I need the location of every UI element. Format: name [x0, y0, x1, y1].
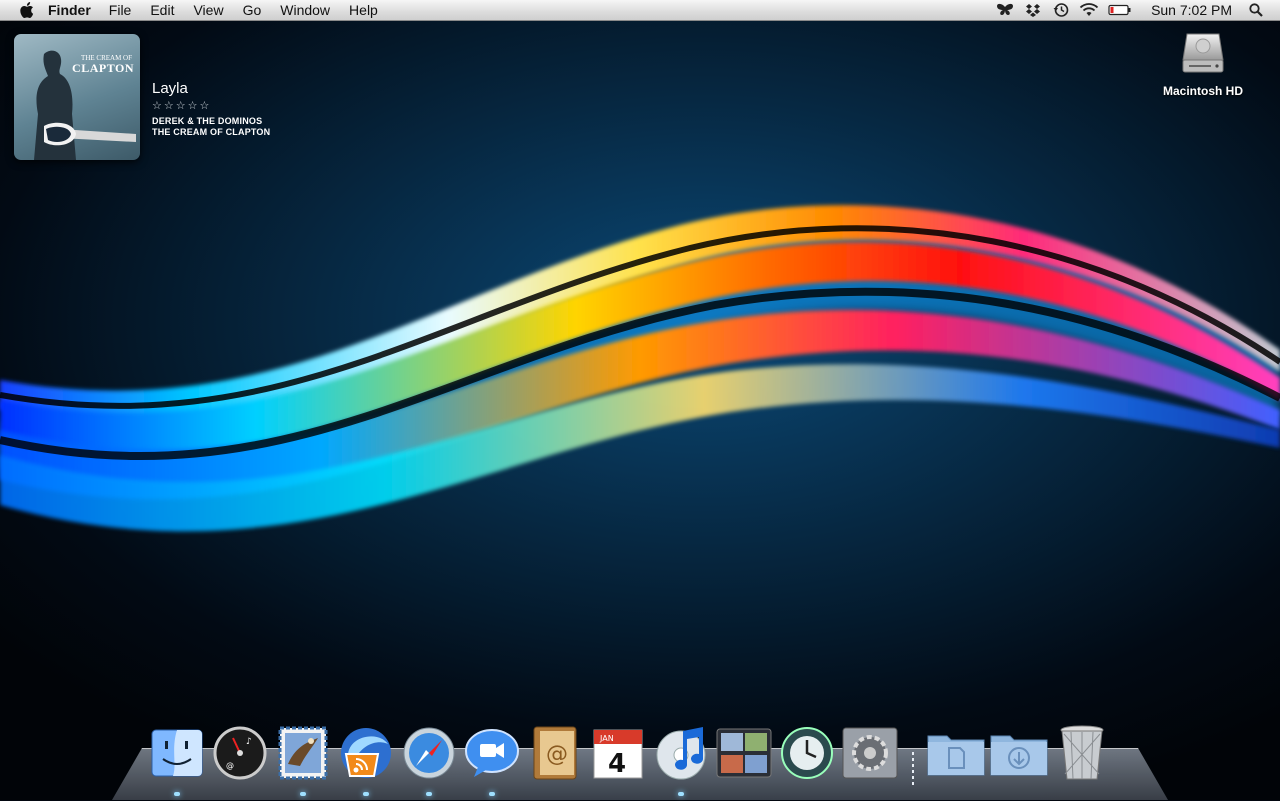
battery-icon[interactable]	[1107, 1, 1133, 19]
dashboard-icon[interactable]: @ ♪	[213, 726, 267, 780]
dock-separator	[904, 724, 922, 786]
dock-address-book[interactable]: @	[526, 724, 584, 782]
svg-text:♪: ♪	[246, 737, 252, 747]
running-indicator	[489, 792, 495, 796]
dock-time-machine[interactable]	[778, 724, 836, 782]
spaces-icon[interactable]	[716, 728, 772, 778]
dock-itunes[interactable]	[652, 724, 710, 796]
dock-ichat[interactable]	[463, 724, 521, 796]
safari-icon[interactable]	[402, 726, 456, 780]
menu-bar: Finder File Edit View Go Window Help Sun…	[0, 0, 1280, 21]
system-preferences-icon[interactable]	[842, 727, 898, 779]
svg-text:@: @	[226, 761, 234, 770]
desktop-icon-macintosh-hd[interactable]: Macintosh HD	[1158, 30, 1248, 98]
downloads-folder-icon[interactable]	[990, 730, 1048, 776]
dropbox-icon[interactable]	[1023, 1, 1043, 19]
album-art-title: CLAPTON	[72, 61, 134, 75]
track-title: Layla	[152, 80, 188, 97]
track-album: THE CREAM OF CLAPTON	[152, 127, 271, 137]
ical-icon[interactable]: JAN 4	[592, 726, 644, 780]
album-artwork: THE CREAM OF CLAPTON	[14, 34, 140, 160]
running-indicator	[426, 792, 432, 796]
ical-day-label: 4	[608, 749, 626, 779]
rss-icon[interactable]	[338, 726, 394, 780]
spotlight-search-icon[interactable]	[1246, 1, 1266, 19]
menu-file[interactable]: File	[109, 2, 132, 18]
mail-icon[interactable]	[278, 726, 328, 780]
menu-go[interactable]: Go	[243, 2, 262, 18]
dock: @ ♪ @ JAN 4	[148, 720, 1116, 796]
documents-folder-icon[interactable]	[927, 730, 985, 776]
hard-drive-icon[interactable]	[1181, 30, 1225, 76]
ichat-icon[interactable]	[464, 727, 520, 779]
dock-system-preferences[interactable]	[841, 724, 899, 782]
dock-rss-reader[interactable]	[337, 724, 395, 796]
running-indicator	[363, 792, 369, 796]
menu-help[interactable]: Help	[349, 2, 378, 18]
dock-finder[interactable]	[148, 724, 206, 796]
menu-edit[interactable]: Edit	[150, 2, 174, 18]
svg-text:@: @	[546, 742, 568, 767]
apple-menu-icon[interactable]	[18, 1, 36, 19]
app-menu-finder[interactable]: Finder	[48, 2, 91, 18]
dock-trash[interactable]	[1053, 724, 1111, 782]
dock-mail[interactable]	[274, 724, 332, 796]
dock-documents-folder[interactable]	[927, 724, 985, 782]
dock-safari[interactable]	[400, 724, 458, 796]
menu-clock[interactable]: Sun 7:02 PM	[1151, 2, 1232, 18]
rating-stars[interactable]: ☆☆☆☆☆	[152, 99, 270, 112]
butterfly-icon[interactable]	[995, 1, 1015, 19]
finder-icon[interactable]	[151, 729, 203, 777]
address-book-icon[interactable]: @	[532, 725, 578, 781]
menu-view[interactable]: View	[193, 2, 223, 18]
menu-window[interactable]: Window	[280, 2, 330, 18]
ical-month-label: JAN	[599, 734, 614, 743]
running-indicator	[174, 792, 180, 796]
running-indicator	[300, 792, 306, 796]
dock-downloads-folder[interactable]	[990, 724, 1048, 782]
dock-spaces[interactable]	[715, 724, 773, 782]
running-indicator	[678, 792, 684, 796]
time-machine-icon[interactable]	[780, 726, 834, 780]
dock-ical[interactable]: JAN 4	[589, 724, 647, 782]
itunes-icon[interactable]	[653, 725, 709, 781]
track-artist: DEREK & THE DOMINOS	[152, 116, 263, 126]
time-machine-icon[interactable]	[1051, 1, 1071, 19]
wifi-icon[interactable]	[1079, 1, 1099, 19]
now-playing-info: Layla ☆☆☆☆☆ DEREK & THE DOMINOS THE CREA…	[152, 80, 270, 138]
trash-icon[interactable]	[1059, 724, 1105, 782]
dock-dashboard[interactable]: @ ♪	[211, 724, 269, 782]
desktop-icon-label[interactable]: Macintosh HD	[1158, 84, 1248, 98]
